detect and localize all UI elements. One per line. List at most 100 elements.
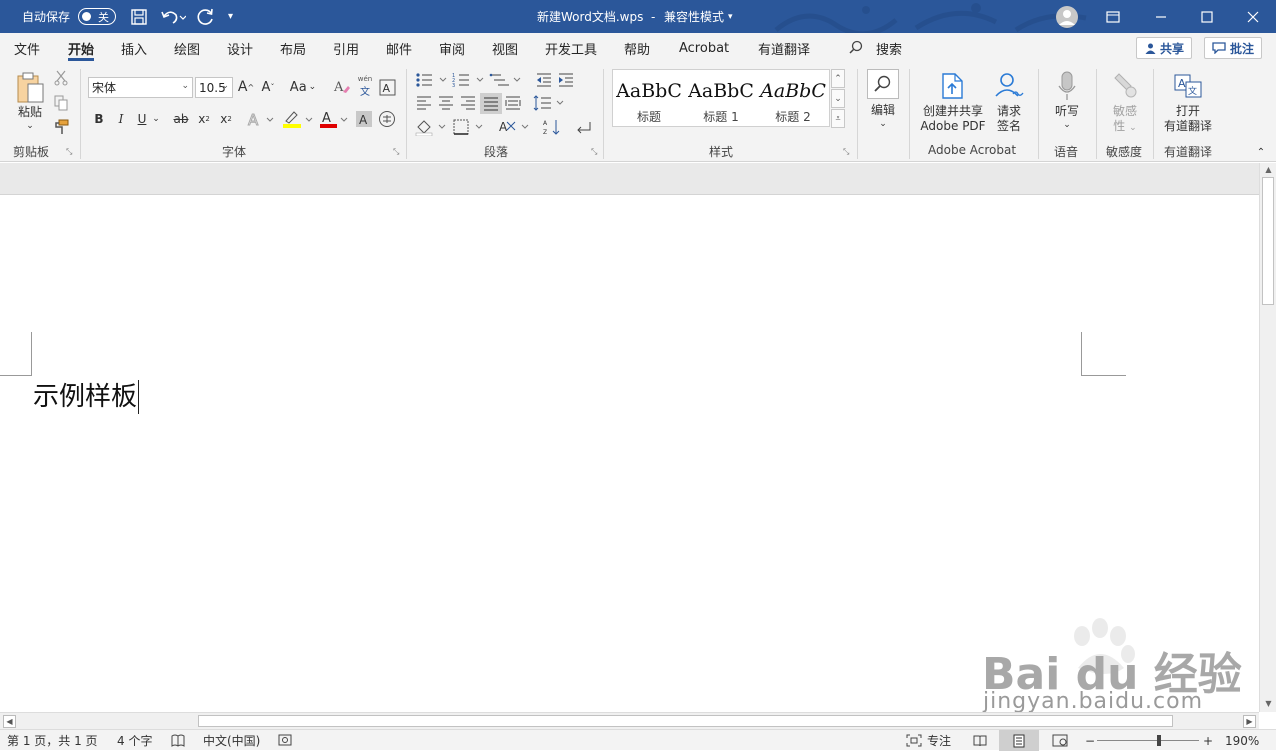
autosave-toggle[interactable]: 关	[78, 8, 116, 25]
paste-label[interactable]: 粘贴	[14, 105, 46, 120]
styles-more-icon[interactable]: ⩡	[831, 109, 845, 128]
focus-mode-button[interactable]: 专注	[906, 730, 951, 751]
scroll-down-arrow-icon[interactable]: ▼	[1260, 697, 1276, 710]
underline-dropdown-icon[interactable]: ⌄	[150, 109, 162, 129]
styles-launcher-icon[interactable]: ⤡	[843, 147, 849, 157]
tab-developer[interactable]: 开发工具	[545, 33, 597, 63]
web-layout-icon[interactable]	[1050, 730, 1070, 751]
styles-scroll-up-icon[interactable]: ⌃	[831, 69, 845, 88]
horizontal-scrollbar[interactable]: ◀ ▶	[0, 712, 1259, 729]
increase-indent-icon[interactable]	[557, 71, 575, 89]
tab-mailings[interactable]: 邮件	[386, 33, 412, 63]
scroll-up-arrow-icon[interactable]: ▲	[1260, 163, 1276, 176]
request-signature-label-1[interactable]: 请求	[990, 104, 1028, 119]
minimize-icon[interactable]	[1138, 0, 1184, 33]
show-formatting-marks-icon[interactable]	[573, 117, 595, 137]
font-name-select[interactable]: 宋体 ⌄	[88, 77, 193, 98]
share-button[interactable]: 共享	[1136, 37, 1193, 59]
clipboard-launcher-icon[interactable]: ⤡	[66, 147, 72, 157]
avatar[interactable]	[1056, 6, 1078, 28]
strikethrough-button[interactable]: ab	[171, 109, 191, 129]
shrink-font-button[interactable]: Aˇ	[259, 77, 277, 97]
tab-home[interactable]: 开始	[68, 33, 95, 63]
dictate-microphone-icon[interactable]	[1055, 69, 1079, 103]
borders-icon[interactable]	[452, 117, 486, 137]
justify-icon[interactable]	[480, 93, 502, 114]
align-center-icon[interactable]	[437, 94, 455, 112]
font-size-select[interactable]: 10.5 ⌄	[195, 77, 233, 98]
align-left-icon[interactable]	[415, 94, 433, 112]
asian-layout-icon[interactable]: A	[498, 117, 532, 137]
undo-icon[interactable]	[160, 0, 186, 33]
style-heading-1[interactable]: AaBbC 标题 1	[685, 70, 757, 126]
phonetic-guide-icon[interactable]: wén 文	[355, 75, 375, 98]
collapse-ribbon-icon[interactable]: ⌃	[1254, 147, 1268, 158]
scroll-left-arrow-icon[interactable]: ◀	[3, 715, 16, 728]
request-signature-icon[interactable]	[992, 71, 1026, 101]
enclose-characters-icon[interactable]	[377, 109, 397, 129]
paste-icon[interactable]	[14, 69, 46, 105]
shading-icon[interactable]	[415, 117, 449, 137]
style-title[interactable]: AaBbC 标题	[613, 70, 685, 126]
vertical-scroll-thumb[interactable]	[1262, 177, 1274, 305]
read-mode-icon[interactable]	[971, 730, 989, 751]
font-launcher-icon[interactable]: ⤡	[393, 147, 399, 157]
font-color-icon[interactable]: A	[318, 109, 350, 129]
close-icon[interactable]	[1230, 0, 1276, 33]
tab-file[interactable]: 文件	[14, 33, 40, 63]
bullets-icon[interactable]	[415, 71, 449, 89]
editing-search-icon[interactable]	[867, 69, 899, 99]
italic-button[interactable]: I	[113, 109, 129, 129]
align-right-icon[interactable]	[459, 94, 477, 112]
vertical-scrollbar[interactable]: ▲ ▼	[1259, 163, 1276, 712]
print-layout-icon[interactable]	[999, 730, 1039, 751]
create-share-label-2[interactable]: Adobe PDF	[916, 119, 990, 134]
sort-icon[interactable]: AZ	[541, 117, 563, 137]
clear-formatting-icon[interactable]: A	[332, 77, 352, 97]
highlight-color-icon[interactable]	[281, 109, 315, 129]
tab-help[interactable]: 帮助	[624, 33, 650, 63]
change-case-button[interactable]: Aa ⌄	[287, 77, 319, 97]
tab-acrobat[interactable]: Acrobat	[679, 33, 729, 63]
comments-button[interactable]: 批注	[1204, 37, 1263, 59]
character-shading-icon[interactable]: A	[355, 109, 373, 129]
zoom-slider-thumb[interactable]	[1157, 735, 1161, 746]
styles-scroll-down-icon[interactable]: ⌄	[831, 89, 845, 108]
youdao-translate-icon[interactable]: A文	[1172, 71, 1204, 101]
tab-draw[interactable]: 绘图	[174, 33, 200, 63]
document-text[interactable]: 示例样板	[33, 380, 140, 414]
grow-font-button[interactable]: A ^	[237, 77, 255, 97]
youdao-open-label-2[interactable]: 有道翻译	[1160, 119, 1216, 134]
underline-button[interactable]: U	[134, 109, 150, 129]
tab-insert[interactable]: 插入	[121, 33, 147, 63]
text-effects-icon[interactable]: A	[246, 109, 276, 129]
bold-button[interactable]: B	[91, 109, 107, 129]
save-icon[interactable]	[130, 0, 148, 33]
customize-quick-access-icon[interactable]: ▾	[228, 0, 233, 33]
editing-label[interactable]: 编辑	[864, 103, 902, 118]
proofing-book-icon[interactable]	[171, 730, 185, 751]
line-spacing-icon[interactable]	[533, 94, 567, 112]
character-border-icon[interactable]: A	[377, 77, 397, 97]
tab-review[interactable]: 审阅	[439, 33, 465, 63]
dictate-label[interactable]: 听写	[1048, 104, 1086, 119]
create-share-pdf-icon[interactable]	[938, 71, 968, 101]
word-count[interactable]: 4 个字	[117, 730, 152, 751]
search-box[interactable]: 搜索	[848, 33, 902, 63]
subscript-button[interactable]: x2	[196, 109, 212, 129]
paragraph-launcher-icon[interactable]: ⤡	[591, 147, 597, 157]
tab-view[interactable]: 视图	[492, 33, 518, 63]
zoom-in-button[interactable]: +	[1203, 730, 1213, 751]
editing-dropdown-icon[interactable]: ⌄	[864, 117, 902, 132]
decrease-indent-icon[interactable]	[535, 71, 553, 89]
paste-dropdown-icon[interactable]: ⌄	[14, 119, 46, 134]
superscript-button[interactable]: x2	[218, 109, 234, 129]
style-heading-2[interactable]: AaBbC 标题 2	[757, 70, 829, 126]
distributed-icon[interactable]	[504, 94, 522, 112]
dictate-dropdown-icon[interactable]: ⌄	[1048, 118, 1086, 133]
redo-icon[interactable]	[196, 0, 216, 33]
zoom-out-button[interactable]: −	[1085, 730, 1095, 751]
multilevel-list-icon[interactable]	[489, 71, 523, 89]
horizontal-scroll-thumb[interactable]	[198, 715, 1173, 727]
accessibility-icon[interactable]	[278, 730, 292, 751]
